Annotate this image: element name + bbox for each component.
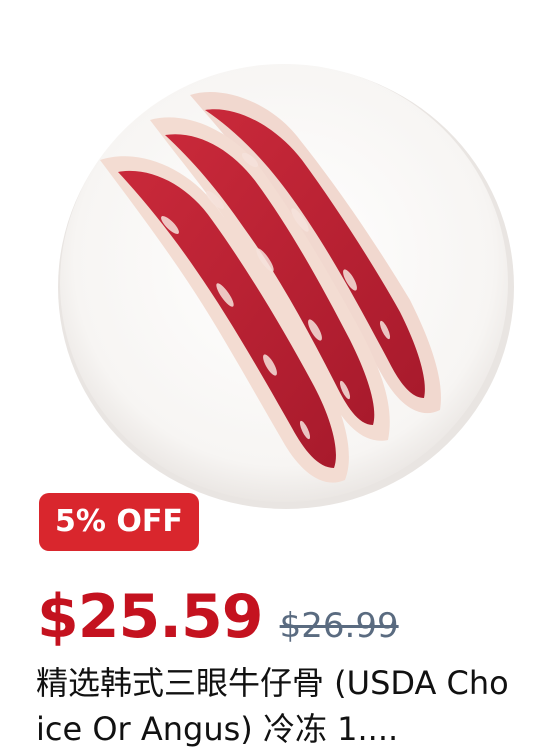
sale-price: $25.59 [37,582,264,652]
original-price: $26.99 [279,606,399,646]
product-title[interactable]: 精选韩式三眼牛仔骨 (USDA Choice Or Angus) 冷冻 1...… [36,660,516,752]
product-card[interactable]: 5% OFF $25.59 $26.99 精选韩式三眼牛仔骨 (USDA Cho… [0,0,550,755]
discount-badge: 5% OFF [39,493,199,551]
product-image[interactable] [0,0,550,510]
price-row: $25.59 $26.99 [37,582,399,652]
